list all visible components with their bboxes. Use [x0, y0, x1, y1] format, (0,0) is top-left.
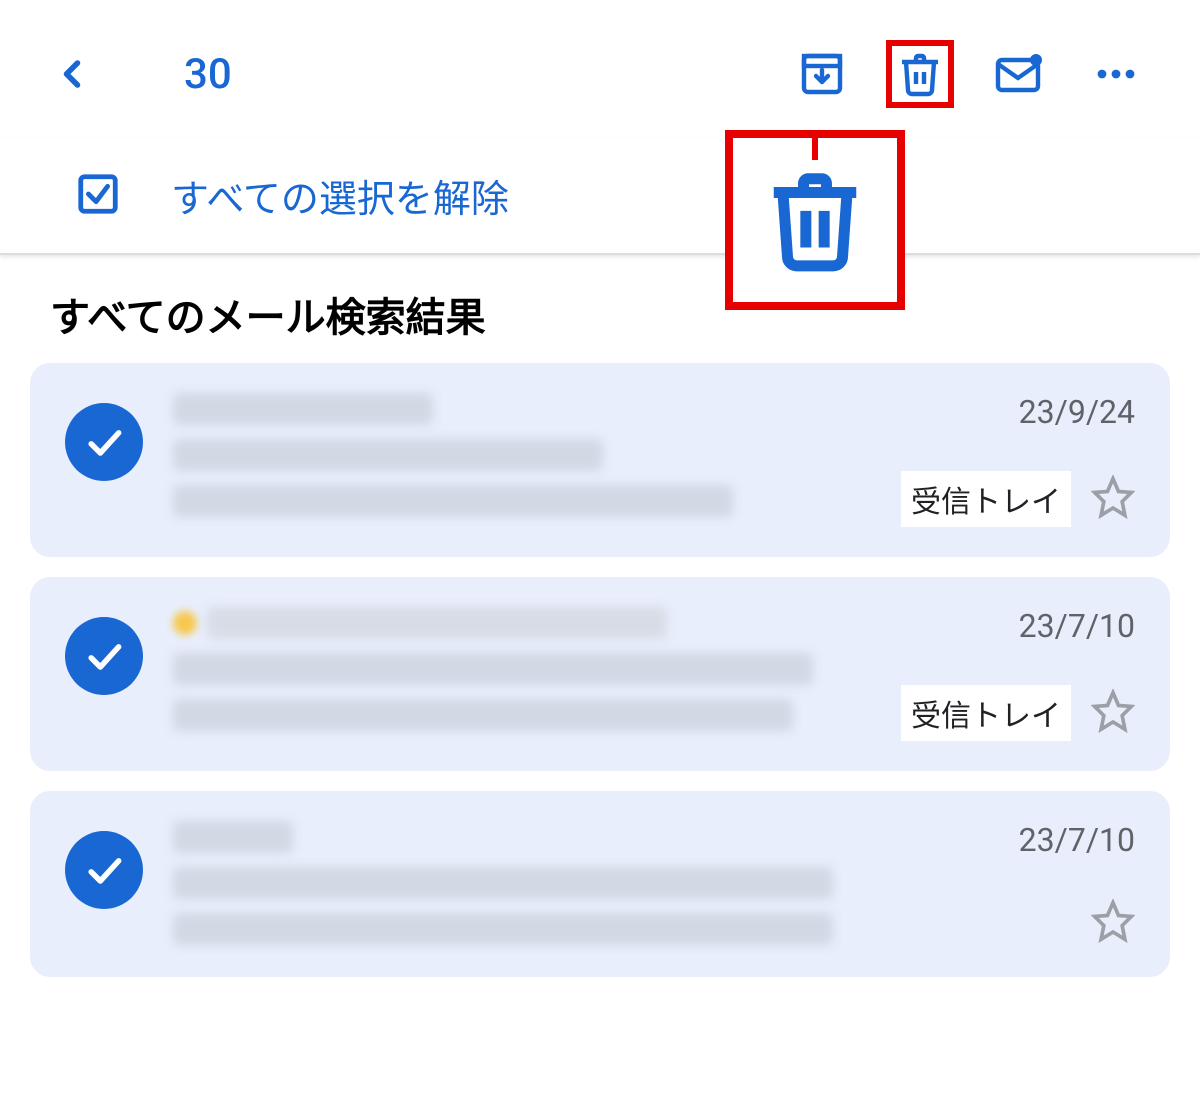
chevron-left-icon — [50, 52, 94, 96]
mail-content — [173, 821, 989, 945]
mail-meta: 23/9/24 受信トレイ — [901, 393, 1135, 527]
mail-snippet-blurred — [173, 699, 793, 731]
checkbox-checked-icon — [75, 171, 121, 221]
mail-item[interactable]: 23/7/10 受信トレイ — [30, 577, 1170, 771]
check-icon — [82, 848, 126, 892]
callout-delete-icon — [725, 130, 905, 310]
mail-sender-blurred — [173, 821, 293, 853]
mail-snippet-blurred — [173, 913, 833, 945]
selection-check[interactable] — [65, 617, 143, 695]
star-outline-icon — [1091, 475, 1135, 519]
mail-unread-icon — [994, 50, 1042, 98]
selection-check[interactable] — [65, 831, 143, 909]
mail-snippet-blurred — [173, 485, 733, 517]
callout-connector — [812, 130, 818, 160]
mail-date: 23/9/24 — [1019, 393, 1135, 431]
mail-label-chip: 受信トレイ — [901, 471, 1071, 527]
archive-button[interactable] — [788, 40, 856, 108]
trash-icon — [896, 50, 944, 98]
mail-date: 23/7/10 — [1019, 607, 1135, 645]
trash-icon-large — [760, 165, 870, 275]
deselect-all-label: すべての選択を解除 — [171, 168, 509, 223]
mail-subject-blurred — [173, 653, 813, 685]
section-title: すべてのメール検索結果 — [0, 255, 1200, 363]
delete-button[interactable] — [886, 40, 954, 108]
toolbar: 30 — [0, 0, 1200, 138]
star-button[interactable] — [1091, 899, 1135, 947]
mail-item[interactable]: 23/7/10 — [30, 791, 1170, 977]
check-icon — [82, 420, 126, 464]
mail-date: 23/7/10 — [1019, 821, 1135, 859]
mail-label-chip: 受信トレイ — [901, 685, 1071, 741]
mail-meta: 23/7/10 — [1019, 821, 1135, 947]
mail-sender-blurred — [173, 393, 433, 425]
mail-list: 23/9/24 受信トレイ 23/7/10 受信トレイ — [0, 363, 1200, 977]
back-button[interactable] — [50, 52, 94, 96]
archive-icon — [798, 50, 846, 98]
mail-item[interactable]: 23/9/24 受信トレイ — [30, 363, 1170, 557]
more-button[interactable] — [1082, 40, 1150, 108]
mail-meta: 23/7/10 受信トレイ — [901, 607, 1135, 741]
star-outline-icon — [1091, 689, 1135, 733]
mail-subject-blurred — [173, 439, 603, 471]
deselect-all-row[interactable]: すべての選択を解除 — [0, 138, 1200, 255]
check-icon — [82, 634, 126, 678]
star-outline-icon — [1091, 899, 1135, 943]
star-button[interactable] — [1091, 689, 1135, 737]
mail-subject-blurred — [173, 867, 833, 899]
star-button[interactable] — [1091, 475, 1135, 523]
more-horizontal-icon — [1092, 50, 1140, 98]
selection-check[interactable] — [65, 403, 143, 481]
mail-sender-blurred — [173, 607, 871, 639]
mail-content — [173, 393, 871, 517]
selected-count: 30 — [184, 50, 232, 99]
mail-content — [173, 607, 871, 731]
mark-unread-button[interactable] — [984, 40, 1052, 108]
